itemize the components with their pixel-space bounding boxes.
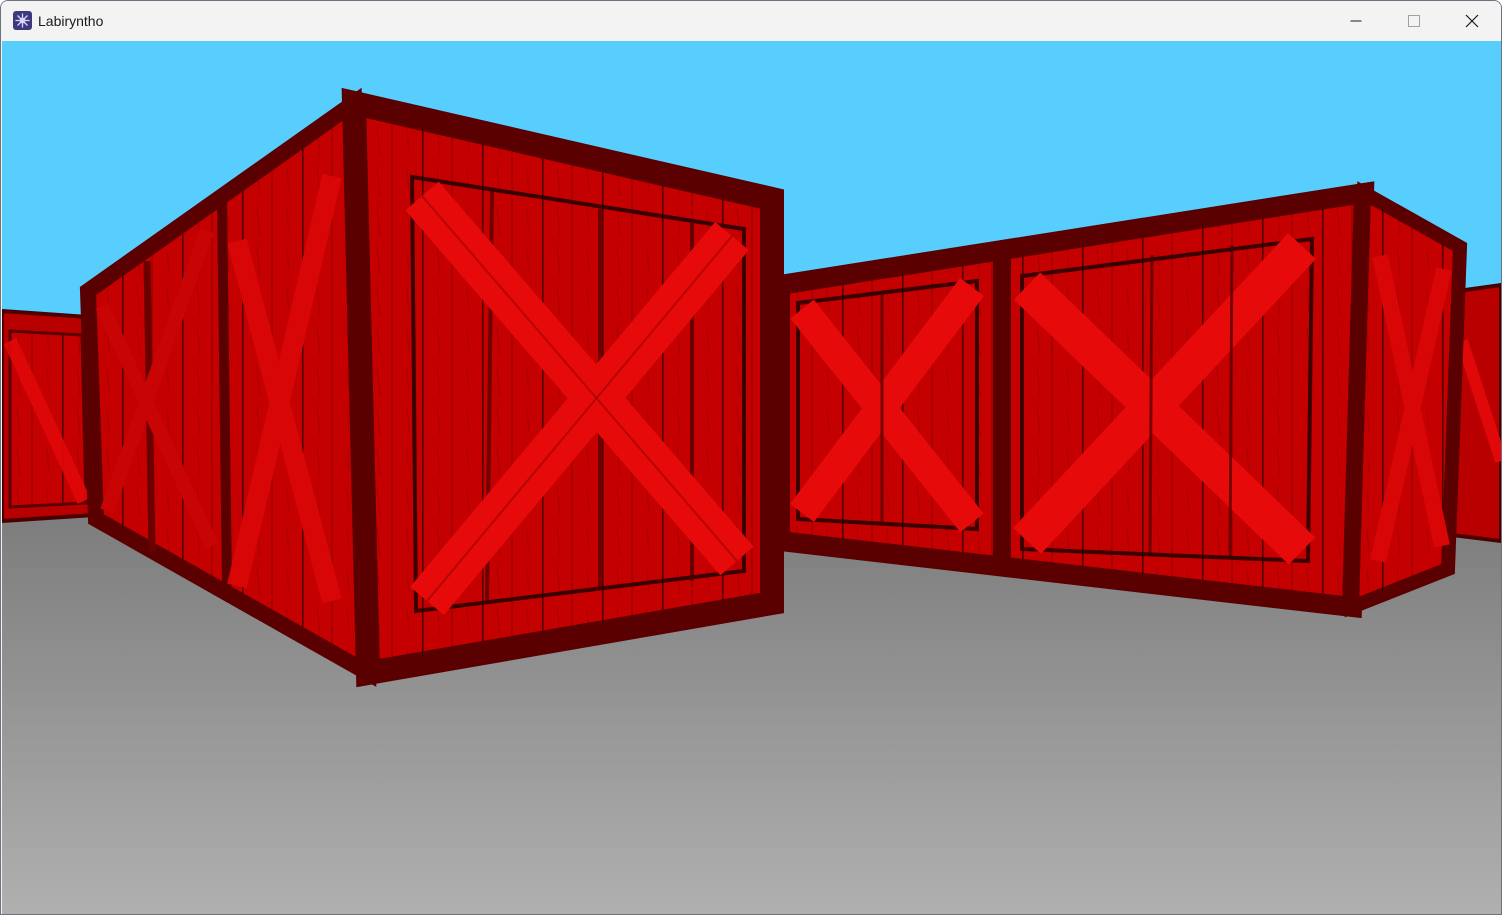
- maximize-icon: [1408, 15, 1420, 27]
- minimize-icon: [1350, 20, 1362, 22]
- close-icon: [1465, 14, 1479, 28]
- app-icon: [13, 11, 32, 30]
- window-title: Labiryntho: [38, 13, 104, 29]
- crate-far-left: [2, 308, 97, 524]
- crate-left-front: [341, 87, 784, 688]
- app-window: Labiryntho: [0, 0, 1502, 915]
- crate-right-side: [1344, 181, 1468, 618]
- game-viewport[interactable]: [2, 41, 1501, 915]
- maximize-button[interactable]: [1385, 1, 1443, 41]
- minimize-button[interactable]: [1327, 1, 1385, 41]
- close-button[interactable]: [1443, 1, 1501, 41]
- title-bar[interactable]: Labiryntho: [1, 1, 1501, 41]
- scene-canvas[interactable]: [2, 41, 1501, 915]
